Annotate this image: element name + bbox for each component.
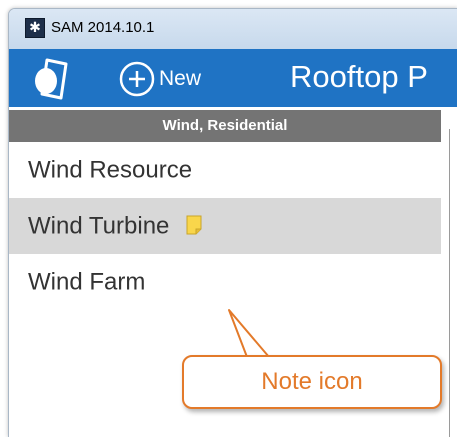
sidebar-item-wind-turbine[interactable]: Wind Turbine	[9, 198, 441, 254]
main-content-pane	[441, 107, 457, 437]
main-toolbar: New Rooftop P	[9, 49, 457, 107]
callout-text: Note icon	[261, 368, 363, 395]
pane-divider	[449, 129, 450, 437]
annotation-callout: Note icon	[182, 355, 442, 409]
sidebar-item-wind-resource[interactable]: Wind Resource	[9, 142, 441, 198]
files-icon[interactable]	[33, 56, 73, 102]
new-button-label: New	[159, 67, 202, 90]
case-tab-rooftop[interactable]: Rooftop P	[290, 59, 428, 95]
sam-logo-icon: ✱	[25, 18, 45, 38]
sidebar-header: Wind, Residential	[9, 110, 441, 142]
window-title: SAM 2014.10.1	[51, 19, 155, 36]
new-button[interactable]: New	[119, 59, 201, 99]
sidebar-item-wind-farm[interactable]: Wind Farm	[9, 254, 441, 310]
note-icon[interactable]	[186, 215, 202, 235]
sidebar-item-label: Wind Farm	[28, 268, 146, 296]
callout-pointer	[228, 309, 270, 358]
title-bar: ✱ SAM 2014.10.1	[9, 9, 457, 49]
plus-circle-icon	[119, 61, 155, 97]
sidebar-item-label: Wind Resource	[28, 156, 193, 184]
sidebar-item-label: Wind Turbine	[28, 212, 170, 240]
